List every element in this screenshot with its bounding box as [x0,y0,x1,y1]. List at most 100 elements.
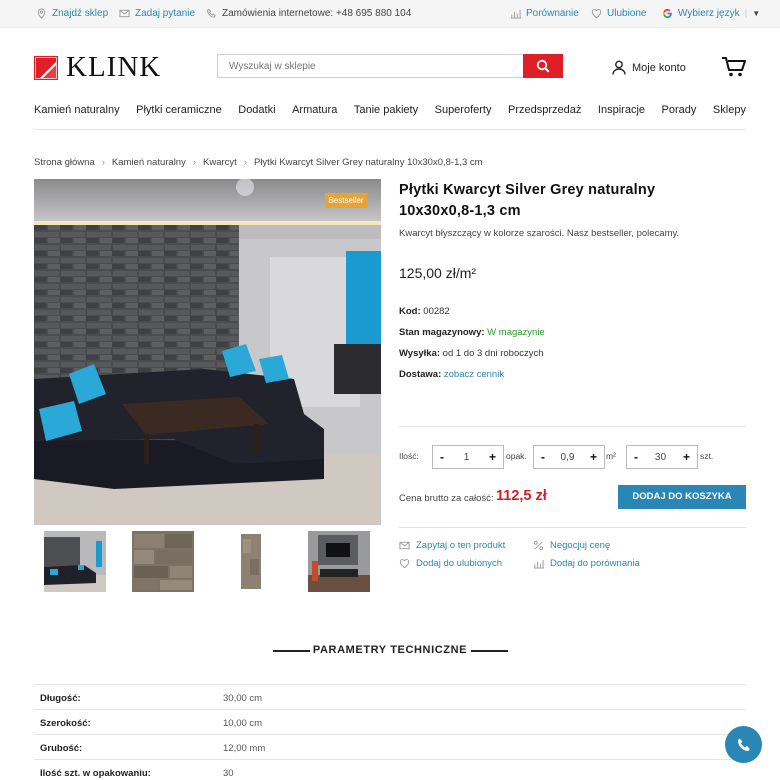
klink-logo-icon [33,55,59,80]
nav-item-natural-stone[interactable]: Kamień naturalny [34,104,120,129]
add-to-favorites-label: Dodaj do ulubionych [416,558,503,569]
ask-about-product-link[interactable]: Zapytaj o ten produkt [399,540,505,551]
cart-icon [722,57,746,77]
packs-unit: opak. [506,451,527,461]
nav-item-fittings[interactable]: Armatura [292,104,337,129]
stock-label: Stan magazynowy: [399,327,485,338]
breadcrumb-quartzite[interactable]: Kwarcyt [203,157,237,168]
parameter-name: Szerokość: [40,718,91,729]
add-to-favorites-link[interactable]: Dodaj do ulubionych [399,558,502,569]
logo[interactable]: KLINK [33,51,162,83]
parameter-value: 30,00 cm [223,693,263,704]
percent-icon [533,540,544,551]
call-back-button[interactable] [725,726,762,763]
ask-question-label: Zadaj pytanie [135,8,196,19]
nav-item-ceramic-tiles[interactable]: Płytki ceramiczne [136,104,222,129]
phone-icon [737,738,750,751]
nav-item-presale[interactable]: Przedsprzedaż [508,104,581,129]
search-input[interactable] [218,55,523,77]
area-stepper: - 0,9 + [533,445,605,469]
parameter-value: 12,00 mm [223,743,266,754]
increment-button[interactable]: + [683,450,690,464]
parameter-row: Szerokość: 10,00 cm [34,709,746,734]
breadcrumb-separator: › [101,157,105,168]
parameter-value: 30 [223,768,234,779]
add-to-compare-link[interactable]: Dodaj do porównania [533,558,640,569]
compare-link[interactable]: Porównanie [510,8,579,19]
delivery-label: Dostawa: [399,369,442,380]
code-label: Kod: [399,306,421,317]
account-link[interactable]: Moje konto [612,60,686,75]
compare-label: Porównanie [526,8,579,19]
shipping-value: od 1 do 3 dni roboczych [442,348,544,359]
area-unit: m² [606,451,616,461]
breadcrumb-natural-stone[interactable]: Kamień naturalny [112,157,186,168]
parameter-row: Grubość: 12,00 mm [34,734,746,759]
delivery-price-link[interactable]: zobacz cennik [444,369,504,380]
parameter-row: Ilość szt. w opakowaniu: 30 [34,759,746,780]
divider [399,527,746,528]
parameter-name: Długość: [40,693,81,704]
area-value[interactable]: 0,9 [561,452,575,463]
living-room-photo [34,179,381,525]
search-bar [217,54,563,78]
find-store-link[interactable]: Znajdź sklep [36,8,108,19]
delivery-row: Dostawa: zobacz cennik [399,369,504,380]
decrement-button[interactable]: - [634,450,638,464]
nav-item-inspirations[interactable]: Inspiracje [598,104,645,129]
bar-chart-icon [510,9,521,19]
decrement-button[interactable]: - [440,450,444,464]
find-store-label: Znajdź sklep [52,8,109,19]
bestseller-badge: Bestseller [325,193,367,208]
product-main-image[interactable] [34,179,381,525]
search-button[interactable] [523,54,563,78]
parameter-value: 10,00 cm [223,718,263,729]
parameter-name: Ilość szt. w opakowaniu: [40,768,151,779]
product-price: 125,00 zł/m² [399,265,477,281]
negotiate-price-link[interactable]: Negocjuj cenę [533,540,610,551]
decrement-button[interactable]: - [541,450,545,464]
envelope-icon [399,541,410,550]
add-to-cart-button[interactable]: DODAJ DO KOSZYKA [618,485,746,509]
language-label: Wybierz język [678,8,740,19]
stock-row: Stan magazynowy: W magazynie [399,327,545,338]
quantity-label: Ilość: [399,451,419,461]
pieces-unit: szt. [700,451,714,461]
nav-item-super-offers[interactable]: Superoferty [435,104,492,129]
add-to-compare-label: Dodaj do porównania [550,558,640,569]
bar-chart-icon [533,559,544,569]
account-label: Moje konto [632,61,686,74]
product-thumbnail[interactable] [132,531,194,592]
main-nav: Kamień naturalny Płytki ceramiczne Dodat… [34,104,746,130]
increment-button[interactable]: + [489,450,496,464]
pieces-value[interactable]: 30 [655,452,666,463]
product-thumbnail[interactable] [44,531,106,592]
cart-button[interactable] [721,56,747,78]
top-bar: Znajdź sklep Zadaj pytanie Zamówienia in… [0,0,780,28]
phone-orders[interactable]: Zamówienia internetowe: +48 695 880 104 [206,8,411,19]
nav-item-advice[interactable]: Porady [662,104,697,129]
increment-button[interactable]: + [590,450,597,464]
packs-value[interactable]: 1 [464,452,470,463]
language-select[interactable]: Wybierz język | ▼ [662,8,760,19]
favorites-link[interactable]: Ulubione [591,8,646,19]
phone-icon [206,8,216,18]
logo-text: KLINK [66,51,162,83]
breadcrumb-current: Płytki Kwarcyt Silver Grey naturalny 10x… [253,157,483,168]
nav-item-stores[interactable]: Sklepy [713,104,746,129]
product-thumbnail[interactable] [308,531,370,592]
nav-item-cheap-packages[interactable]: Tanie pakiety [354,104,418,129]
breadcrumb-home[interactable]: Strona główna [34,157,95,168]
ask-question-link[interactable]: Zadaj pytanie [119,8,195,19]
breadcrumb: Strona główna › Kamień naturalny › Kwarc… [34,157,483,168]
nav-item-accessories[interactable]: Dodatki [238,104,275,129]
pieces-stepper: - 30 + [626,445,698,469]
product-thumbnail[interactable] [220,531,282,592]
heart-icon [399,559,410,569]
shipping-label: Wysyłka: [399,348,441,359]
negotiate-price-label: Negocjuj cenę [550,540,611,551]
breadcrumb-separator: › [243,157,247,168]
product-code-row: Kod: 00282 [399,306,450,317]
divider [399,426,746,427]
section-title-line [471,650,508,652]
